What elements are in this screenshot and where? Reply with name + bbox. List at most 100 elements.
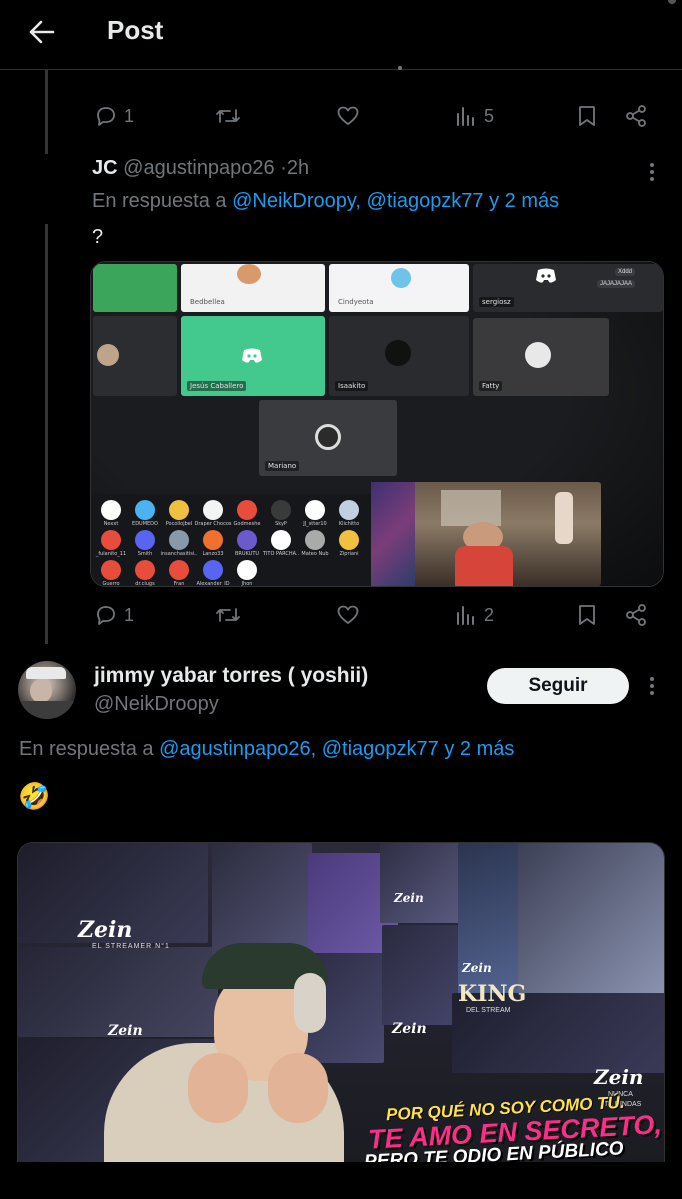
webcam-feed: [371, 482, 601, 586]
video-tile: Cindyeota: [329, 264, 469, 312]
thread-line: [45, 70, 48, 154]
author-name[interactable]: JC: [92, 157, 118, 179]
tweet-header: JC @agustinpapo26 ·2h: [92, 157, 309, 180]
bookmark-button[interactable]: [576, 597, 598, 633]
reply-prefix: En respuesta a: [19, 738, 154, 760]
share-icon: [626, 604, 646, 626]
participant-avatar: [339, 530, 359, 550]
status-dot: [668, 0, 676, 4]
participant-avatar: [203, 530, 223, 550]
discord-icon: [242, 348, 262, 363]
video-tile: Mariano: [259, 400, 397, 476]
tweet-actions: 1 2: [90, 597, 656, 633]
reply-context: En respuesta a @NeikDroopy, @tiagopzk77 …: [92, 190, 559, 213]
avatar[interactable]: [18, 661, 76, 719]
king-label: KING: [458, 981, 527, 1007]
bookmark-button[interactable]: [576, 98, 598, 134]
poster-brand: Zein: [108, 1023, 143, 1039]
more-options-button[interactable]: [642, 674, 662, 698]
participant-avatar: [305, 500, 325, 520]
views-count: 2: [484, 604, 495, 625]
video-tile: Bedbellea: [181, 264, 325, 312]
participant-avatar: [237, 530, 257, 550]
heart-icon: [337, 106, 359, 125]
participant-avatar: [339, 500, 359, 520]
views-button[interactable]: 2: [454, 597, 494, 633]
bookmark-icon: [579, 106, 595, 126]
participant-avatar: [101, 560, 121, 580]
more-mentions-link[interactable]: y 2 más: [444, 738, 514, 760]
more-options-button[interactable]: [642, 160, 662, 184]
reply-icon: [97, 107, 115, 126]
participant-avatar: [101, 500, 121, 520]
reply-context: En respuesta a @agustinpapo26, @tiagopzk…: [19, 738, 514, 761]
poster-brand: Zein: [594, 1065, 644, 1089]
participant-avatar: [101, 530, 121, 550]
participant-avatar: [135, 530, 155, 550]
views-icon: [457, 606, 474, 625]
truncation-dot: [398, 66, 402, 70]
author-name[interactable]: jimmy yabar torres ( yoshii): [94, 664, 368, 688]
views-icon: [457, 107, 474, 126]
participant-avatar: [135, 500, 155, 520]
repost-button[interactable]: [214, 597, 242, 633]
participant-avatar: [135, 560, 155, 580]
reply-button[interactable]: 1: [94, 597, 134, 633]
repost-icon: [216, 608, 240, 622]
repost-button[interactable]: [214, 98, 242, 134]
mention-link[interactable]: @NeikDroopy,: [232, 190, 361, 212]
video-tile: sergiosz Xddd JAJAJAJAA: [473, 264, 663, 312]
share-button[interactable]: [624, 597, 648, 633]
views-button[interactable]: 5: [454, 98, 494, 134]
video-tile: Fatty: [473, 318, 609, 396]
views-count: 5: [484, 105, 495, 126]
reply-icon: [97, 606, 115, 625]
heart-icon: [337, 605, 359, 624]
tweet-image[interactable]: Bedbellea Cindyeota sergiosz Xddd JAJAJA…: [90, 261, 664, 587]
poster-brand: Zein: [392, 1021, 427, 1037]
mention-link[interactable]: @tiagopzk77: [322, 738, 439, 760]
video-tile: [93, 316, 177, 396]
poster-brand: Zein: [462, 961, 492, 975]
participant-name: Zipriani: [339, 551, 359, 557]
participant-avatar: [169, 530, 189, 550]
timestamp[interactable]: 2h: [287, 157, 309, 179]
back-button[interactable]: [22, 12, 62, 52]
author-handle[interactable]: @NeikDroopy: [94, 693, 219, 716]
discord-icon: [536, 268, 556, 283]
video-tile: [93, 264, 177, 312]
mention-link[interactable]: @agustinpapo26,: [159, 738, 316, 760]
repost-icon: [216, 109, 240, 123]
reply-count: 1: [124, 105, 135, 126]
participant-name: Jhon: [241, 581, 253, 587]
poster-brand: Zein: [78, 917, 133, 943]
participant-avatar: [237, 560, 257, 580]
tweet-image[interactable]: Zein EL STREAMER N°1 Zein Zein Zein Zein…: [17, 842, 665, 1162]
like-button[interactable]: [336, 98, 360, 134]
like-button[interactable]: [336, 597, 360, 633]
tweet-text: ?: [92, 226, 104, 248]
arrow-left-icon: [29, 20, 55, 44]
person-figure: [188, 1053, 248, 1123]
poster-subtitle: EL STREAMER N°1: [92, 943, 170, 950]
participant-avatar: [271, 500, 291, 520]
tweet-text: 🤣: [18, 781, 51, 811]
mention-link[interactable]: @tiagopzk77: [367, 190, 484, 212]
badge: Xddd: [614, 268, 635, 276]
video-tile: Isaakito: [329, 316, 469, 396]
page-title: Post: [107, 15, 164, 45]
participant-avatar: [203, 560, 223, 580]
more-mentions-link[interactable]: y 2 más: [489, 190, 559, 212]
video-tile: Jesús Caballero: [181, 316, 325, 396]
participant-avatar: [169, 560, 189, 580]
author-handle[interactable]: @agustinpapo26: [123, 157, 275, 179]
person-figure: [268, 1053, 328, 1123]
participant-avatar: [169, 500, 189, 520]
tweet-actions: 1 5: [90, 98, 656, 134]
share-button[interactable]: [624, 98, 648, 134]
follow-button[interactable]: Seguir: [487, 668, 629, 704]
participant-avatar: [237, 500, 257, 520]
badge: JAJAJAJAA: [596, 280, 635, 288]
reply-button[interactable]: 1: [94, 98, 134, 134]
bookmark-icon: [579, 605, 595, 625]
